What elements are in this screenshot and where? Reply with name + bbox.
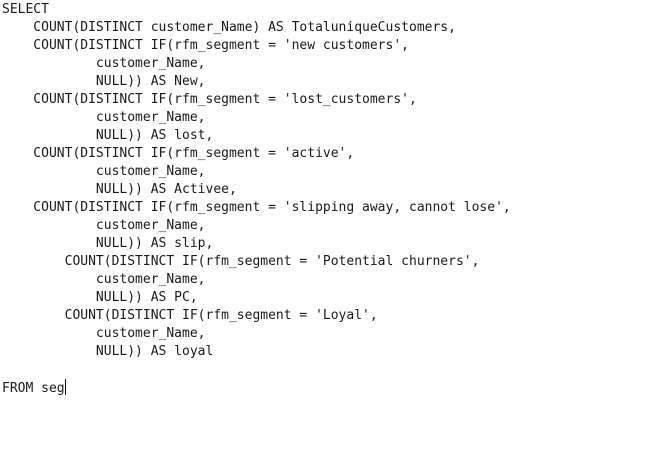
code-line: customer_Name,: [2, 326, 206, 341]
code-line: NULL)) AS loyal: [2, 344, 214, 359]
code-line: NULL)) AS PC,: [2, 290, 198, 305]
code-line: customer_Name,: [2, 56, 206, 71]
code-line: COUNT(DISTINCT IF(rfm_segment = 'Loyal',: [2, 308, 378, 323]
code-line-text: FROM seg: [2, 381, 65, 396]
sql-code: SELECT COUNT(DISTINCT customer_Name) AS …: [2, 1, 511, 397]
code-line: COUNT(DISTINCT customer_Name) AS Totalun…: [2, 20, 456, 35]
code-line: customer_Name,: [2, 164, 206, 179]
text-caret: [64, 379, 66, 395]
code-line: NULL)) AS lost,: [2, 128, 214, 143]
code-line: COUNT(DISTINCT IF(rfm_segment = 'lost_cu…: [2, 92, 417, 107]
sql-editor[interactable]: SELECT COUNT(DISTINCT customer_Name) AS …: [0, 0, 670, 457]
code-line: COUNT(DISTINCT IF(rfm_segment = 'slippin…: [2, 200, 511, 215]
code-line: COUNT(DISTINCT IF(rfm_segment = 'new cus…: [2, 38, 409, 53]
code-line: customer_Name,: [2, 110, 206, 125]
code-line: COUNT(DISTINCT IF(rfm_segment = 'active'…: [2, 146, 355, 161]
code-line: customer_Name,: [2, 218, 206, 233]
code-line: NULL)) AS New,: [2, 74, 206, 89]
code-line: customer_Name,: [2, 272, 206, 287]
code-line-current: FROM seg: [2, 379, 511, 397]
code-line: NULL)) AS slip,: [2, 236, 214, 251]
code-line: NULL)) AS Activee,: [2, 182, 237, 197]
code-line: SELECT: [2, 2, 49, 17]
code-line: COUNT(DISTINCT IF(rfm_segment = 'Potenti…: [2, 254, 480, 269]
